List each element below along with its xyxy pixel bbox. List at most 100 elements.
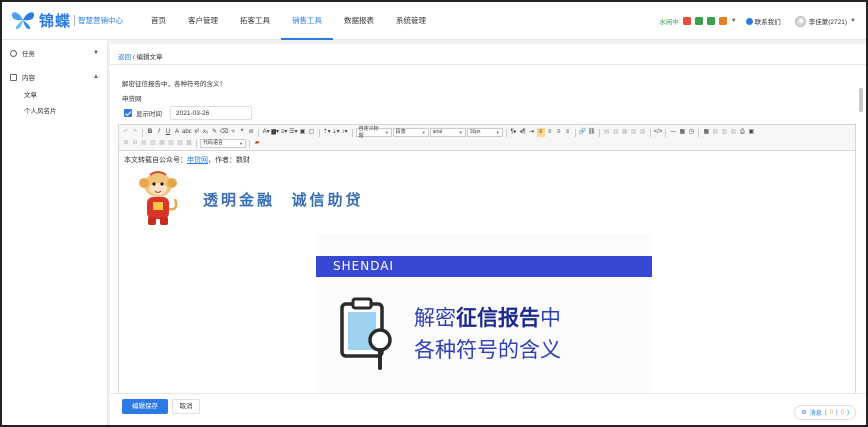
insert-image-icon[interactable]: ▨ (639, 128, 647, 137)
bold-button[interactable]: B (146, 128, 154, 137)
font-size-select[interactable]: 16px ▼ (466, 128, 503, 137)
nav-prospecting-tools[interactable]: 拓客工具 (229, 2, 281, 40)
paragraph-select[interactable]: 段落 ▼ (392, 128, 429, 137)
code-icon[interactable]: </> (654, 128, 663, 137)
preview-icon[interactable]: ▣ (747, 128, 755, 137)
article-author-field[interactable]: 申贷网 (122, 93, 142, 103)
chevron-down-icon: ▼ (93, 50, 99, 56)
scrollbar-thumb[interactable] (859, 88, 863, 112)
unlink-icon[interactable]: ⛓ (588, 128, 596, 137)
cover-heading-line-1: 解密征信报告中 (414, 302, 561, 332)
toolbar-divider (142, 128, 143, 137)
nav-data-reports[interactable]: 数据报表 (333, 2, 385, 40)
status-orange-icon[interactable] (718, 17, 727, 25)
direction-ltr-icon[interactable]: ¶▸ (510, 128, 518, 137)
time-icon[interactable]: ◷ (687, 128, 695, 137)
date-input[interactable] (170, 106, 252, 120)
print-icon[interactable]: ⎙ (738, 128, 746, 137)
line-height-icon[interactable]: ↕▾ (341, 128, 349, 137)
indent-icon[interactable]: ⇥ (528, 128, 536, 137)
sidebar-item-personal-card[interactable]: 个人风名片 (2, 104, 107, 120)
editor-content[interactable]: 本文转载自公众号：申贷网，作者：数财 透明金融 诚信助贷 SHENDAI 解密征… (119, 151, 855, 393)
highlight-color-icon[interactable]: ▆▾ (271, 128, 279, 137)
breadcrumb-back-link[interactable]: 返回 (118, 54, 131, 61)
font-color-icon[interactable]: A▾ (262, 128, 270, 137)
clear-doc-icon[interactable]: ▢ (308, 128, 316, 137)
italic-button[interactable]: I (155, 128, 163, 137)
cell-props-icon[interactable]: ▥ (149, 139, 157, 148)
font-family-select[interactable]: arial ▼ (429, 128, 466, 137)
status-green-icon[interactable] (694, 17, 703, 25)
insert-caption-icon[interactable]: ▨ (176, 139, 184, 148)
subscript-button[interactable]: x₂ (202, 128, 210, 137)
split-cells-icon[interactable]: ⊟ (131, 139, 139, 148)
status-green-icon-2[interactable] (706, 17, 715, 25)
user-name: 李佳蒙(2721) (808, 19, 848, 26)
strikethrough-button[interactable]: abc (182, 128, 192, 137)
message-badge[interactable]: ⚙ 消息 ( 0 | 0 ) (794, 405, 856, 420)
image-none-icon[interactable]: ▥ (612, 128, 620, 137)
align-left-icon[interactable]: ≡ (536, 128, 545, 137)
nav-system-management[interactable]: 系统管理 (385, 2, 437, 40)
delete-row-icon[interactable]: ▥ (720, 128, 728, 137)
sidebar-item-article[interactable]: 文章 (2, 88, 107, 104)
align-justify-icon[interactable]: ≡ (564, 128, 572, 137)
horizontal-rule-icon[interactable]: — (669, 128, 677, 137)
status-text[interactable]: 水闲中 (659, 16, 679, 26)
delete-table-icon[interactable]: ▦ (158, 139, 166, 148)
sidebar-group-content[interactable]: 内容 ▲ (2, 66, 107, 88)
font-border-button[interactable]: A (173, 128, 181, 137)
custom-title-select[interactable]: 自定义标题 ▼ (355, 126, 392, 139)
undo-icon[interactable]: ↶ (122, 128, 130, 137)
superscript-button[interactable]: x² (193, 128, 201, 137)
eraser-icon[interactable]: ⌫ (220, 128, 228, 137)
redo-icon[interactable]: ↷ (131, 128, 139, 137)
nav-sales-tools[interactable]: 销售工具 (281, 2, 333, 40)
user-menu[interactable]: 李佳蒙(2721) ▼ (794, 15, 856, 27)
code-language-select[interactable]: 代码语言 ▼ (200, 139, 246, 148)
delete-caption-icon[interactable]: ▩ (185, 139, 193, 148)
cancel-button[interactable]: 取消 (172, 399, 200, 414)
quote-icon[interactable]: ❝ (238, 128, 246, 137)
form-footer: 编辑保存 取消 (110, 393, 866, 425)
status-dropdown-icon[interactable]: ▼ (731, 18, 737, 24)
underline-button[interactable]: U (164, 128, 172, 137)
table-props-icon[interactable]: ▤ (140, 139, 148, 148)
scrollbar-track[interactable] (859, 64, 864, 394)
merge-cells-icon[interactable]: ⊞ (122, 139, 130, 148)
insert-paragraph-icon[interactable]: ▧ (167, 139, 175, 148)
direction-rtl-icon[interactable]: ◂¶ (519, 128, 527, 137)
ordered-list-icon[interactable]: ≡▾ (280, 128, 288, 137)
row-spacing-top-icon[interactable]: ⇡▾ (323, 128, 331, 137)
link-icon[interactable]: 🔗 (579, 128, 587, 137)
source-link[interactable]: 申贷网 (187, 157, 208, 164)
insert-col-icon[interactable]: ▧ (729, 128, 737, 137)
format-match-icon[interactable]: ✎ (211, 128, 219, 137)
align-center-icon[interactable]: ≡ (546, 128, 554, 137)
nav-home[interactable]: 首页 (140, 2, 177, 40)
status-red-icon[interactable] (682, 17, 691, 25)
brand-logo[interactable]: 锦蝶 智慧营销中心 (10, 9, 123, 31)
save-button[interactable]: 编辑保存 (122, 399, 168, 414)
select-all-icon[interactable]: ▣ (299, 128, 307, 137)
sidebar-group-task[interactable]: 任务 ▼ (2, 42, 107, 64)
sidebar-group-label: 任务 (22, 51, 35, 58)
row-spacing-bottom-icon[interactable]: ⇣▾ (332, 128, 340, 137)
contact-us-link[interactable]: 联系我们 (745, 16, 781, 26)
auto-format-icon[interactable]: ✧ (229, 128, 237, 137)
unordered-list-icon[interactable]: ☰▾ (289, 128, 297, 137)
image-left-icon[interactable]: ▤ (603, 128, 611, 137)
image-center-icon[interactable]: ▧ (630, 128, 638, 137)
insert-table-icon[interactable]: ▦ (702, 128, 710, 137)
clear-format-icon[interactable]: ⊘ (247, 128, 255, 137)
nav-customer-management[interactable]: 客户管理 (177, 2, 229, 40)
align-right-icon[interactable]: ≡ (555, 128, 563, 137)
cover-heading-part-b: 征信报告 (456, 306, 540, 330)
date-icon[interactable]: ▦ (678, 128, 686, 137)
show-time-checkbox[interactable] (124, 109, 132, 117)
insert-media-icon[interactable]: ▰ (253, 139, 261, 148)
cover-image[interactable]: SHENDAI 解密征信报告中 各种符号的含义 (316, 234, 652, 393)
image-right-icon[interactable]: ▦ (621, 128, 629, 137)
insert-row-icon[interactable]: ▤ (711, 128, 719, 137)
article-title-field[interactable]: 解密征信报告中，各种符号的含义！ (122, 78, 226, 88)
